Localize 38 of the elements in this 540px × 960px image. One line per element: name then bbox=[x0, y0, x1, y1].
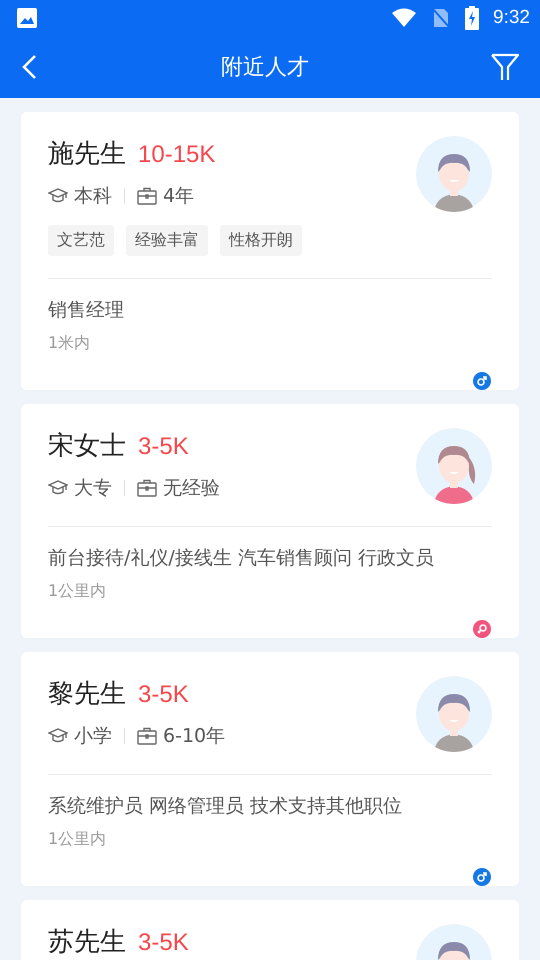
salary-range: 3-5K bbox=[138, 929, 189, 957]
briefcase-icon bbox=[137, 479, 157, 497]
salary-range: 3-5K bbox=[138, 433, 189, 461]
graduation-cap-icon bbox=[48, 727, 68, 745]
candidate-name: 施先生 bbox=[48, 138, 126, 171]
desired-positions: 系统维护员 网络管理员 技术支持其他职位 bbox=[48, 794, 404, 819]
graduation-cap-icon bbox=[48, 187, 68, 205]
candidate-card[interactable]: 宋女士 3-5K 大专 无经验 前台接待/礼仪/接线生 汽车销售顾问 行政文员 1公里内 bbox=[21, 404, 519, 638]
distance-text: 1公里内 bbox=[48, 829, 108, 850]
salary-range: 3-5K bbox=[138, 681, 189, 709]
briefcase-icon bbox=[137, 187, 157, 205]
status-time: 9:32 bbox=[493, 7, 530, 29]
image-icon bbox=[16, 7, 38, 29]
education-level: 小学 bbox=[74, 724, 112, 749]
graduation-cap-icon bbox=[48, 479, 68, 497]
candidate-name: 宋女士 bbox=[48, 430, 126, 463]
distance-text: 1米内 bbox=[48, 333, 92, 354]
candidate-name: 苏先生 bbox=[48, 926, 126, 959]
wifi-icon bbox=[391, 8, 418, 28]
briefcase-icon bbox=[137, 727, 157, 745]
desired-positions: 销售经理 bbox=[48, 298, 125, 323]
education-level: 本科 bbox=[74, 184, 112, 209]
work-experience: 无经验 bbox=[163, 476, 220, 501]
trait-tag: 经验丰富 bbox=[126, 225, 208, 256]
work-experience: 4年 bbox=[163, 184, 194, 209]
salary-range: 10-15K bbox=[138, 141, 216, 169]
work-experience: 6-10年 bbox=[163, 724, 226, 749]
distance-text: 1公里内 bbox=[48, 581, 108, 602]
candidate-card[interactable]: 黎先生 3-5K 小学 6-10年 系统维护员 网络管理员 技术支持其他职位 1公里内 bbox=[21, 652, 519, 886]
page-title: 附近人才 bbox=[221, 54, 309, 82]
education-level: 大专 bbox=[74, 476, 112, 501]
candidate-card[interactable]: 施先生 10-15K 本科 4年 文艺范 经验丰富 性格开朗 销售经理 1米内 bbox=[21, 112, 519, 390]
desired-positions: 前台接待/礼仪/接线生 汽车销售顾问 行政文员 bbox=[48, 546, 435, 571]
battery-charging-icon bbox=[465, 6, 480, 30]
candidate-name: 黎先生 bbox=[48, 678, 126, 711]
trait-tag: 性格开朗 bbox=[220, 225, 302, 256]
trait-tag: 文艺范 bbox=[48, 225, 114, 256]
candidate-card[interactable]: 苏先生 3-5K bbox=[21, 900, 519, 960]
